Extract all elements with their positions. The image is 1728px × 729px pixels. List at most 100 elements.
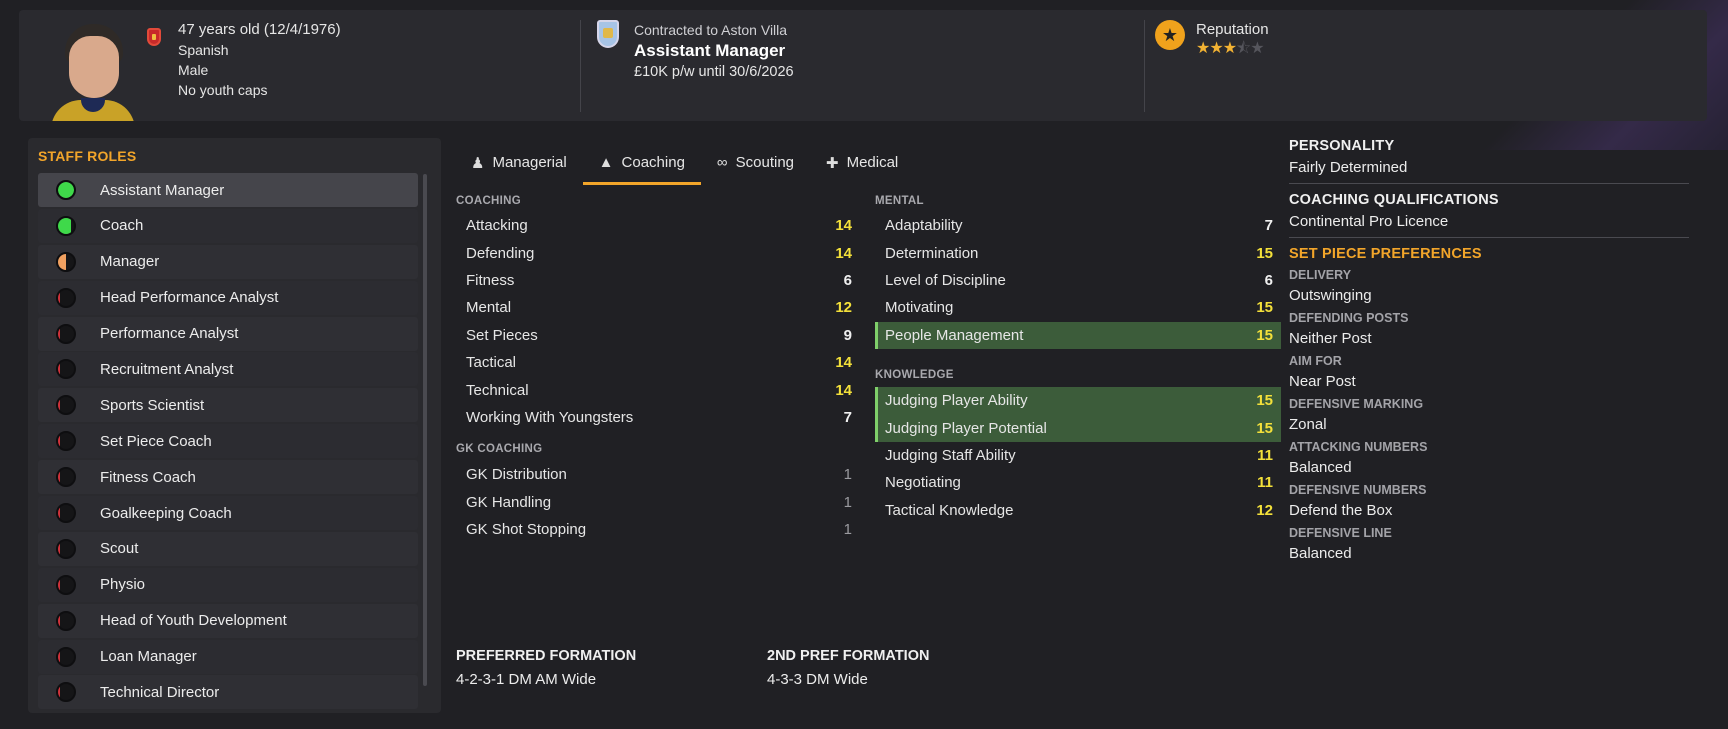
attribute-row[interactable]: Technical 14 (456, 376, 860, 403)
attribute-label: Adaptability (885, 217, 963, 235)
role-item-label: Technical Director (100, 683, 220, 701)
attribute-row[interactable]: Mental 12 (456, 294, 860, 321)
role-item[interactable]: Loan Manager (38, 639, 418, 674)
second-formation-value: 4-3-3 DM Wide (767, 671, 868, 688)
pref-value: Zonal (1289, 416, 1327, 433)
attribute-row[interactable]: Judging Player Ability 15 (875, 387, 1281, 415)
attribute-value: 15 (1256, 392, 1273, 410)
role-item[interactable]: Manager (38, 244, 418, 279)
reputation-label: Reputation (1196, 21, 1269, 38)
pref-value: Balanced (1289, 459, 1352, 476)
attribute-label: Judging Staff Ability (885, 446, 1016, 464)
tab-managerial[interactable]: ♟ Managerial (455, 140, 583, 185)
attribute-row[interactable]: Set Pieces 9 (456, 322, 860, 349)
pref-label: DEFENSIVE NUMBERS (1289, 483, 1427, 497)
set-piece-preferences: DELIVERY Outswinging DEFENDING POSTS Neithe… (1289, 268, 1689, 562)
tab-scouting[interactable]: ∞ Scouting (701, 140, 810, 185)
knowledge-attributes: Judging Player Ability 15 Judging Player P… (875, 387, 1281, 524)
roles-scrollbar[interactable] (423, 174, 427, 686)
managerial-icon: ♟ (471, 154, 485, 172)
role-item[interactable]: Technical Director (38, 675, 418, 710)
tab-label: Managerial (492, 154, 567, 171)
staff-portrait (51, 20, 135, 121)
role-suitability-icon (56, 467, 76, 488)
attribute-row[interactable]: Attacking 14 (456, 212, 860, 239)
role-item[interactable]: Head of Youth Development (38, 603, 418, 638)
reputation: Reputation ★★★⯪★ (1196, 20, 1269, 58)
attribute-value: 15 (1256, 299, 1273, 317)
qualifications-title: COACHING QUALIFICATIONS (1289, 192, 1499, 208)
attribute-row[interactable]: Judging Player Potential 15 (875, 414, 1281, 442)
role-suitability-icon (56, 395, 76, 416)
attribute-row[interactable]: GK Handling 1 (456, 488, 860, 515)
gk-coaching-attributes: GK Distribution 1 GK Handling 1 GK Shot Stop… (456, 461, 860, 543)
gender-text: Male (178, 62, 209, 78)
role-suitability-icon (56, 359, 76, 380)
attribute-label: Defending (466, 244, 535, 262)
attribute-row[interactable]: Motivating 15 (875, 294, 1281, 321)
qualification-value: Continental Pro Licence (1289, 213, 1449, 230)
attribute-row[interactable]: Level of Discipline 6 (875, 267, 1281, 294)
role-item[interactable]: Performance Analyst (38, 316, 418, 351)
attribute-value: 11 (1257, 446, 1273, 464)
attribute-label: GK Shot Stopping (466, 520, 587, 538)
attribute-row[interactable]: Judging Staff Ability 11 (875, 442, 1281, 469)
role-item-label: Goalkeeping Coach (100, 504, 232, 522)
tab-medical[interactable]: ✚ Medical (810, 140, 914, 185)
attribute-label: Negotiating (885, 474, 961, 492)
role-suitability-icon (56, 646, 76, 667)
role-suitability-icon (56, 287, 76, 308)
tab-label: Coaching (621, 154, 685, 171)
role-item[interactable]: Goalkeeping Coach (38, 496, 418, 531)
nationality-flag-icon (147, 28, 161, 46)
preferred-formation-title: PREFERRED FORMATION (456, 648, 637, 664)
role-item[interactable]: Set Piece Coach (38, 424, 418, 459)
separator (1289, 237, 1689, 238)
attribute-row[interactable]: Defending 14 (456, 239, 860, 266)
role-item[interactable]: Head Performance Analyst (38, 280, 418, 315)
attribute-label: Attacking (466, 217, 528, 235)
star-icon: ★ (1209, 40, 1223, 57)
role-item[interactable]: Coach (38, 208, 418, 243)
attribute-row[interactable]: Tactical 14 (456, 349, 860, 376)
attribute-value: 1 (843, 466, 852, 484)
pref-label: DEFENDING POSTS (1289, 311, 1409, 325)
attribute-row[interactable]: Negotiating 11 (875, 469, 1281, 496)
attribute-row[interactable]: Fitness 6 (456, 267, 860, 294)
contract-club[interactable]: Contracted to Aston Villa (634, 20, 794, 40)
attribute-row[interactable]: People Management 15 (875, 321, 1281, 349)
attribute-value: 14 (835, 381, 852, 399)
attribute-value: 7 (1264, 217, 1273, 235)
attribute-row[interactable]: GK Shot Stopping 1 (456, 516, 860, 543)
reputation-stars: ★★★⯪★ (1196, 40, 1269, 58)
age-text: 47 years old (12/4/1976) (178, 21, 341, 38)
binoculars-icon: ∞ (716, 154, 728, 171)
separator (1289, 183, 1689, 184)
attribute-row[interactable]: Working With Youngsters 7 (456, 404, 860, 431)
contract-info: Contracted to Aston Villa Assistant Mana… (634, 20, 794, 82)
mental-attributes: Adaptability 7 Determination 15 Level of Dis… (875, 212, 1281, 349)
attribute-row[interactable]: GK Distribution 1 (456, 461, 860, 488)
role-suitability-icon (56, 538, 76, 559)
second-formation: 2ND PREF FORMATION 4-3-3 DM Wide (767, 648, 929, 688)
personality-value: Fairly Determined (1289, 159, 1408, 176)
role-item[interactable]: Assistant Manager (38, 173, 418, 207)
staff-header: 47 years old (12/4/1976) Spanish Male No… (19, 10, 1707, 121)
role-item[interactable]: Scout (38, 531, 418, 566)
tab-coaching[interactable]: ▲ Coaching (582, 140, 702, 185)
role-item[interactable]: Recruitment Analyst (38, 352, 418, 387)
pref-value: Near Post (1289, 373, 1356, 390)
role-item-label: Head Performance Analyst (100, 289, 279, 307)
attribute-value: 15 (1256, 244, 1273, 262)
attribute-row[interactable]: Adaptability 7 (875, 212, 1281, 239)
role-suitability-icon (56, 180, 76, 200)
club-crest-icon[interactable] (597, 20, 619, 48)
role-item[interactable]: Fitness Coach (38, 460, 418, 495)
attribute-row[interactable]: Tactical Knowledge 12 (875, 497, 1281, 524)
role-item[interactable]: Physio (38, 567, 418, 602)
role-item-label: Manager (100, 253, 160, 271)
star-icon: ★ (1250, 40, 1264, 57)
attribute-row[interactable]: Determination 15 (875, 239, 1281, 266)
role-item[interactable]: Sports Scientist (38, 388, 418, 423)
medical-kit-icon: ✚ (826, 154, 839, 172)
